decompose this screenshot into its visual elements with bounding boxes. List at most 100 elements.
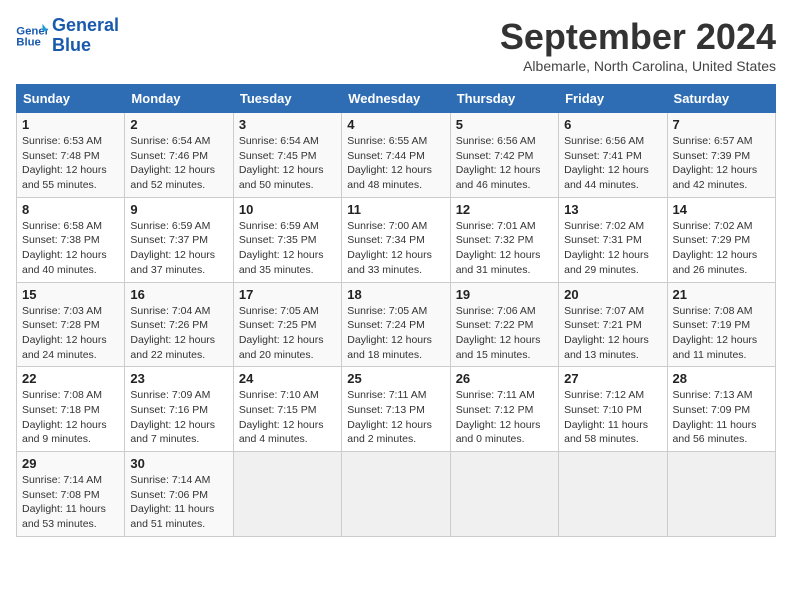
calendar-cell: 27 Sunrise: 7:12 AM Sunset: 7:10 PM Dayli… bbox=[559, 367, 667, 452]
calendar-cell: 26 Sunrise: 7:11 AM Sunset: 7:12 PM Dayli… bbox=[450, 367, 558, 452]
calendar-cell: 7 Sunrise: 6:57 AM Sunset: 7:39 PM Daylig… bbox=[667, 113, 775, 198]
day-number: 15 bbox=[22, 287, 119, 302]
calendar-cell: 25 Sunrise: 7:11 AM Sunset: 7:13 PM Dayli… bbox=[342, 367, 450, 452]
day-number: 23 bbox=[130, 371, 227, 386]
calendar-cell: 30 Sunrise: 7:14 AM Sunset: 7:06 PM Dayli… bbox=[125, 452, 233, 537]
day-number: 11 bbox=[347, 202, 444, 217]
calendar-cell: 6 Sunrise: 6:56 AM Sunset: 7:41 PM Daylig… bbox=[559, 113, 667, 198]
weekday-header-monday: Monday bbox=[125, 85, 233, 113]
day-info: Sunrise: 6:59 AM Sunset: 7:37 PM Dayligh… bbox=[130, 219, 227, 278]
day-info: Sunrise: 7:09 AM Sunset: 7:16 PM Dayligh… bbox=[130, 388, 227, 447]
day-number: 7 bbox=[673, 117, 770, 132]
calendar-week-1: 1Sunrise: 6:53 AM Sunset: 7:48 PM Daylig… bbox=[17, 113, 776, 198]
title-block: September 2024 Albemarle, North Carolina… bbox=[500, 16, 776, 74]
day-info: Sunrise: 7:10 AM Sunset: 7:15 PM Dayligh… bbox=[239, 388, 336, 447]
day-number: 2 bbox=[130, 117, 227, 132]
day-info: Sunrise: 7:12 AM Sunset: 7:10 PM Dayligh… bbox=[564, 388, 661, 447]
calendar-cell: 3 Sunrise: 6:54 AM Sunset: 7:45 PM Daylig… bbox=[233, 113, 341, 198]
day-number: 9 bbox=[130, 202, 227, 217]
day-info: Sunrise: 7:11 AM Sunset: 7:13 PM Dayligh… bbox=[347, 388, 444, 447]
calendar-cell: 13 Sunrise: 7:02 AM Sunset: 7:31 PM Dayli… bbox=[559, 197, 667, 282]
day-info: Sunrise: 7:02 AM Sunset: 7:31 PM Dayligh… bbox=[564, 219, 661, 278]
day-info: Sunrise: 7:05 AM Sunset: 7:25 PM Dayligh… bbox=[239, 304, 336, 363]
calendar-table: SundayMondayTuesdayWednesdayThursdayFrid… bbox=[16, 84, 776, 537]
logo: General Blue General Blue bbox=[16, 16, 119, 56]
day-number: 6 bbox=[564, 117, 661, 132]
day-number: 20 bbox=[564, 287, 661, 302]
day-info: Sunrise: 7:04 AM Sunset: 7:26 PM Dayligh… bbox=[130, 304, 227, 363]
calendar-cell: 9 Sunrise: 6:59 AM Sunset: 7:37 PM Daylig… bbox=[125, 197, 233, 282]
logo-icon: General Blue bbox=[16, 22, 48, 50]
calendar-cell: 28Sunrise: 7:13 AM Sunset: 7:09 PM Dayli… bbox=[667, 367, 775, 452]
day-number: 3 bbox=[239, 117, 336, 132]
day-info: Sunrise: 7:05 AM Sunset: 7:24 PM Dayligh… bbox=[347, 304, 444, 363]
page-header: General Blue General Blue September 2024… bbox=[16, 16, 776, 74]
svg-text:Blue: Blue bbox=[16, 36, 41, 48]
calendar-cell: 23 Sunrise: 7:09 AM Sunset: 7:16 PM Dayli… bbox=[125, 367, 233, 452]
day-number: 12 bbox=[456, 202, 553, 217]
day-info: Sunrise: 6:56 AM Sunset: 7:42 PM Dayligh… bbox=[456, 134, 553, 193]
calendar-cell bbox=[667, 452, 775, 537]
day-number: 13 bbox=[564, 202, 661, 217]
weekday-header-row: SundayMondayTuesdayWednesdayThursdayFrid… bbox=[17, 85, 776, 113]
calendar-cell: 11 Sunrise: 7:00 AM Sunset: 7:34 PM Dayli… bbox=[342, 197, 450, 282]
day-number: 14 bbox=[673, 202, 770, 217]
day-info: Sunrise: 7:14 AM Sunset: 7:06 PM Dayligh… bbox=[130, 473, 227, 532]
calendar-week-5: 29 Sunrise: 7:14 AM Sunset: 7:08 PM Dayli… bbox=[17, 452, 776, 537]
calendar-cell: 4 Sunrise: 6:55 AM Sunset: 7:44 PM Daylig… bbox=[342, 113, 450, 198]
weekday-header-saturday: Saturday bbox=[667, 85, 775, 113]
calendar-cell: 16 Sunrise: 7:04 AM Sunset: 7:26 PM Dayli… bbox=[125, 282, 233, 367]
day-number: 29 bbox=[22, 456, 119, 471]
day-number: 26 bbox=[456, 371, 553, 386]
day-number: 8 bbox=[22, 202, 119, 217]
weekday-header-thursday: Thursday bbox=[450, 85, 558, 113]
day-number: 1 bbox=[22, 117, 119, 132]
day-number: 10 bbox=[239, 202, 336, 217]
day-info: Sunrise: 7:07 AM Sunset: 7:21 PM Dayligh… bbox=[564, 304, 661, 363]
calendar-cell: 5 Sunrise: 6:56 AM Sunset: 7:42 PM Daylig… bbox=[450, 113, 558, 198]
day-number: 4 bbox=[347, 117, 444, 132]
weekday-header-tuesday: Tuesday bbox=[233, 85, 341, 113]
day-info: Sunrise: 6:57 AM Sunset: 7:39 PM Dayligh… bbox=[673, 134, 770, 193]
day-number: 22 bbox=[22, 371, 119, 386]
calendar-cell: 24Sunrise: 7:10 AM Sunset: 7:15 PM Dayli… bbox=[233, 367, 341, 452]
location-subtitle: Albemarle, North Carolina, United States bbox=[500, 58, 776, 74]
month-title: September 2024 bbox=[500, 16, 776, 58]
day-info: Sunrise: 7:00 AM Sunset: 7:34 PM Dayligh… bbox=[347, 219, 444, 278]
day-info: Sunrise: 6:54 AM Sunset: 7:46 PM Dayligh… bbox=[130, 134, 227, 193]
day-info: Sunrise: 7:08 AM Sunset: 7:19 PM Dayligh… bbox=[673, 304, 770, 363]
day-info: Sunrise: 7:14 AM Sunset: 7:08 PM Dayligh… bbox=[22, 473, 119, 532]
calendar-week-2: 8Sunrise: 6:58 AM Sunset: 7:38 PM Daylig… bbox=[17, 197, 776, 282]
day-info: Sunrise: 7:06 AM Sunset: 7:22 PM Dayligh… bbox=[456, 304, 553, 363]
calendar-cell bbox=[342, 452, 450, 537]
calendar-cell: 12Sunrise: 7:01 AM Sunset: 7:32 PM Dayli… bbox=[450, 197, 558, 282]
calendar-cell: 22Sunrise: 7:08 AM Sunset: 7:18 PM Dayli… bbox=[17, 367, 125, 452]
calendar-cell: 17 Sunrise: 7:05 AM Sunset: 7:25 PM Dayli… bbox=[233, 282, 341, 367]
calendar-cell: 8Sunrise: 6:58 AM Sunset: 7:38 PM Daylig… bbox=[17, 197, 125, 282]
day-info: Sunrise: 6:54 AM Sunset: 7:45 PM Dayligh… bbox=[239, 134, 336, 193]
day-info: Sunrise: 7:03 AM Sunset: 7:28 PM Dayligh… bbox=[22, 304, 119, 363]
day-number: 27 bbox=[564, 371, 661, 386]
day-number: 25 bbox=[347, 371, 444, 386]
day-info: Sunrise: 6:55 AM Sunset: 7:44 PM Dayligh… bbox=[347, 134, 444, 193]
calendar-cell bbox=[450, 452, 558, 537]
day-number: 19 bbox=[456, 287, 553, 302]
calendar-cell: 29 Sunrise: 7:14 AM Sunset: 7:08 PM Dayli… bbox=[17, 452, 125, 537]
calendar-cell: 2 Sunrise: 6:54 AM Sunset: 7:46 PM Daylig… bbox=[125, 113, 233, 198]
day-number: 17 bbox=[239, 287, 336, 302]
weekday-header-wednesday: Wednesday bbox=[342, 85, 450, 113]
calendar-cell bbox=[233, 452, 341, 537]
day-number: 30 bbox=[130, 456, 227, 471]
day-info: Sunrise: 6:56 AM Sunset: 7:41 PM Dayligh… bbox=[564, 134, 661, 193]
day-number: 18 bbox=[347, 287, 444, 302]
logo-text: General Blue bbox=[52, 16, 119, 56]
day-info: Sunrise: 7:13 AM Sunset: 7:09 PM Dayligh… bbox=[673, 388, 770, 447]
calendar-cell: 1Sunrise: 6:53 AM Sunset: 7:48 PM Daylig… bbox=[17, 113, 125, 198]
day-info: Sunrise: 7:02 AM Sunset: 7:29 PM Dayligh… bbox=[673, 219, 770, 278]
day-number: 5 bbox=[456, 117, 553, 132]
day-info: Sunrise: 7:11 AM Sunset: 7:12 PM Dayligh… bbox=[456, 388, 553, 447]
calendar-cell: 10Sunrise: 6:59 AM Sunset: 7:35 PM Dayli… bbox=[233, 197, 341, 282]
weekday-header-sunday: Sunday bbox=[17, 85, 125, 113]
day-number: 16 bbox=[130, 287, 227, 302]
weekday-header-friday: Friday bbox=[559, 85, 667, 113]
